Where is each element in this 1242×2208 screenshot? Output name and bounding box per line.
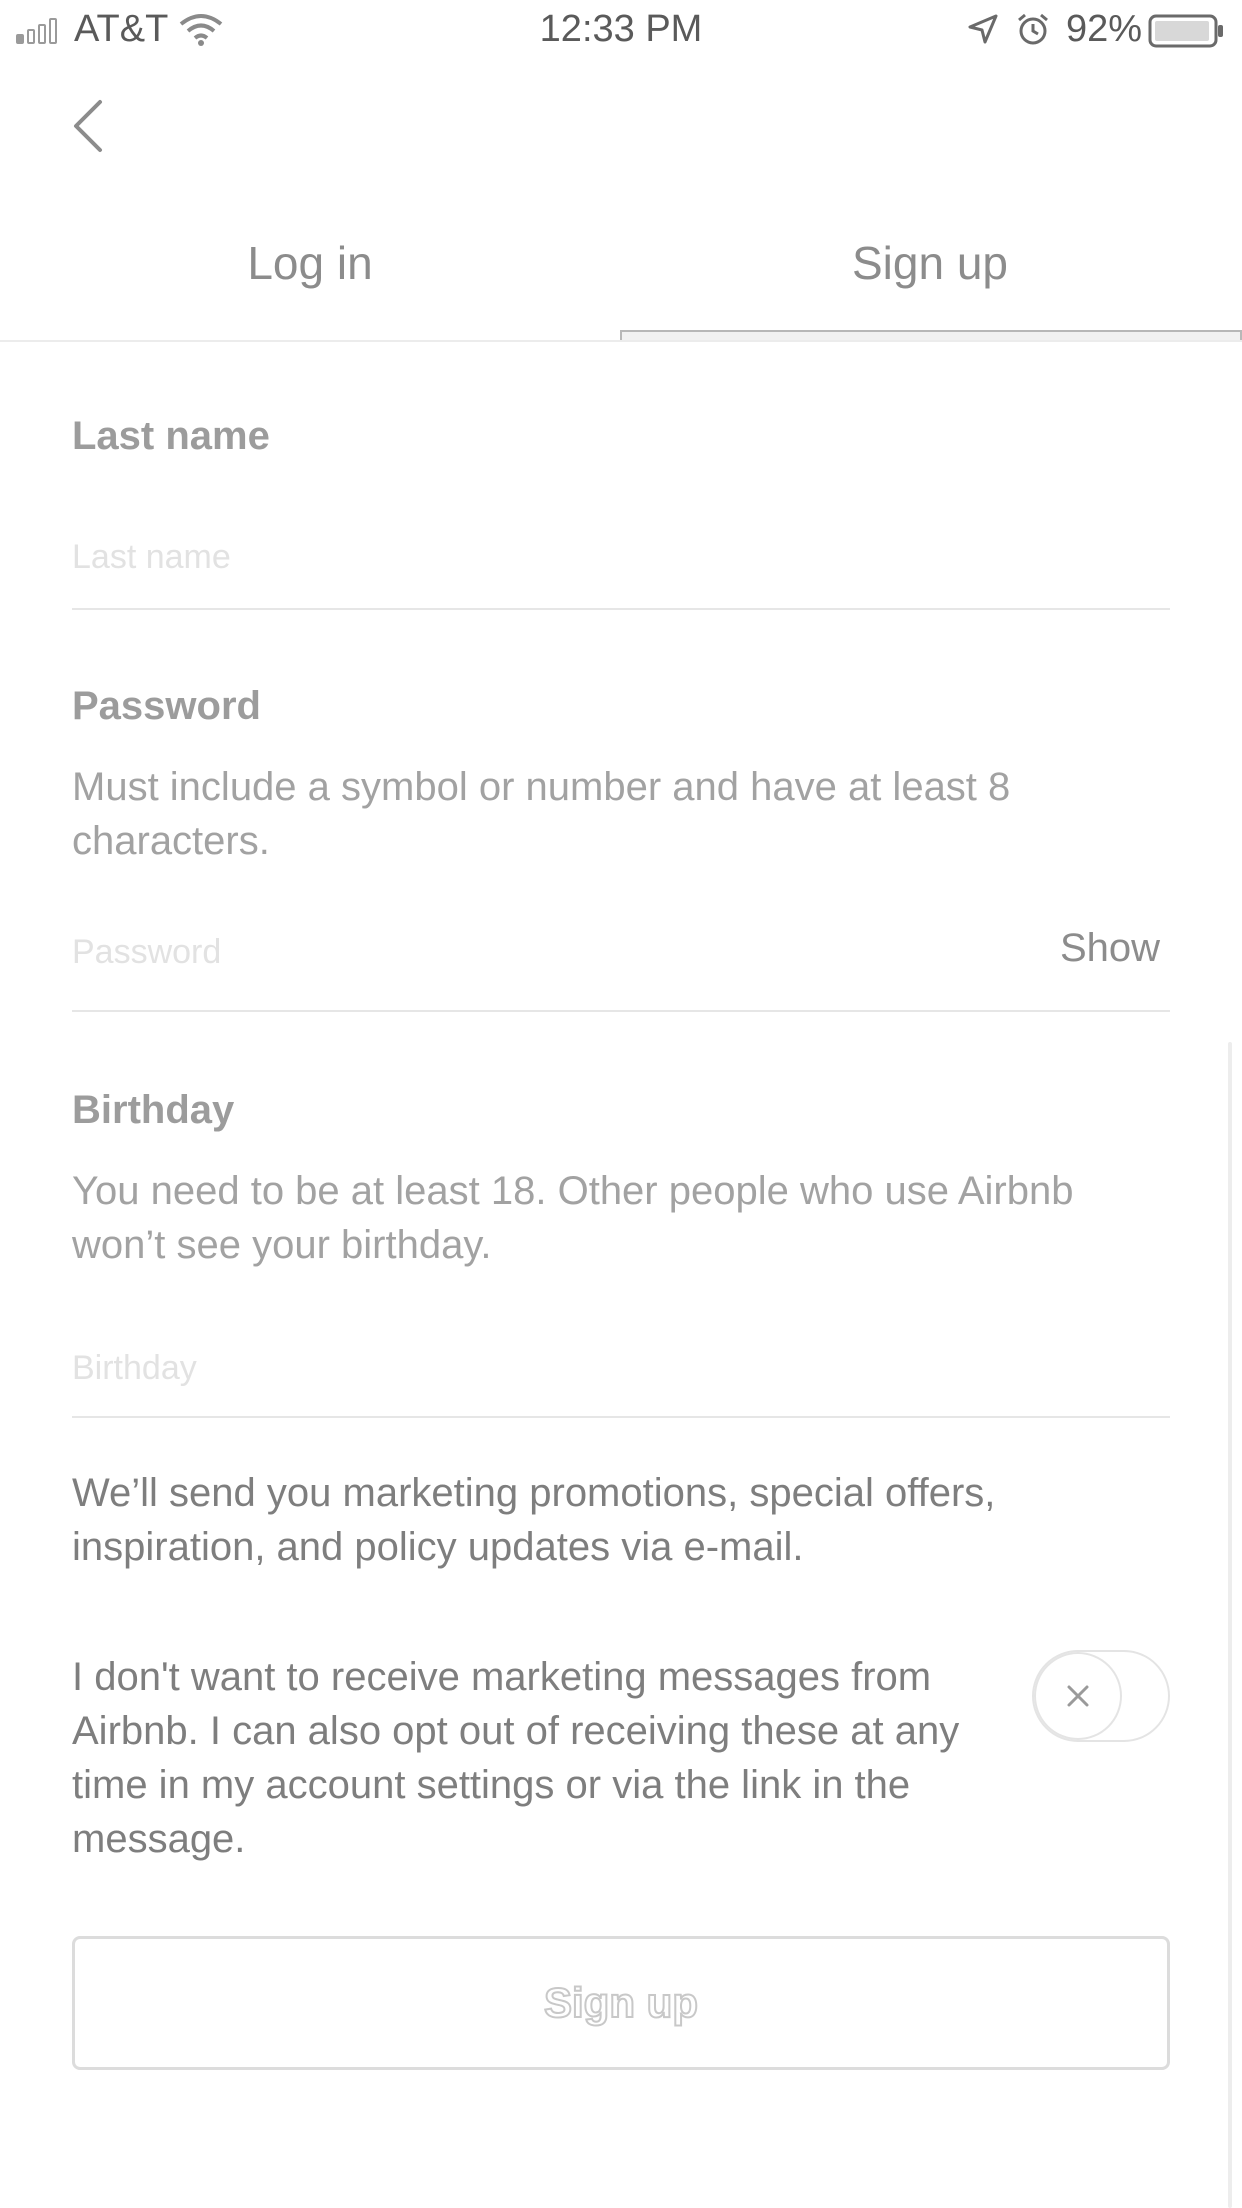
active-tab-indicator xyxy=(620,330,1242,340)
last-name-label: Last name xyxy=(72,414,270,458)
last-name-input[interactable] xyxy=(72,530,1170,610)
status-bar: AT&T 12:33 PM 92% xyxy=(0,0,1242,62)
marketing-opt-out-toggle[interactable] xyxy=(1032,1650,1170,1742)
location-arrow-icon xyxy=(968,14,998,44)
close-icon xyxy=(1067,1685,1089,1707)
alarm-icon xyxy=(1018,13,1048,45)
back-button[interactable] xyxy=(64,96,114,156)
marketing-notice: We’ll send you marketing promotions, spe… xyxy=(72,1471,996,1569)
status-time: 12:33 PM xyxy=(539,8,703,50)
battery-percentage: 92% xyxy=(1066,8,1143,50)
battery-icon xyxy=(1148,14,1223,48)
birthday-label: Birthday xyxy=(72,1088,235,1132)
birthday-help-text: You need to be at least 18. Other people… xyxy=(72,1169,1074,1267)
password-input[interactable] xyxy=(72,918,1170,1012)
toggle-knob xyxy=(1034,1652,1122,1740)
tab-sign-up[interactable]: Sign up xyxy=(620,236,1240,290)
chevron-left-icon xyxy=(74,100,102,152)
show-password-button[interactable]: Show xyxy=(1060,926,1160,971)
sign-up-button[interactable]: Sign up xyxy=(72,1936,1170,2070)
auth-tabs: Log in Sign up xyxy=(0,200,1242,342)
tab-log-in[interactable]: Log in xyxy=(0,236,620,290)
birthday-input[interactable] xyxy=(72,1344,1170,1418)
marketing-opt-out-text: I don't want to receive marketing messag… xyxy=(72,1655,960,1861)
password-help-text: Must include a symbol or number and have… xyxy=(72,765,1011,863)
scrollbar[interactable] xyxy=(1228,1042,1232,2208)
password-label: Password xyxy=(72,684,261,728)
